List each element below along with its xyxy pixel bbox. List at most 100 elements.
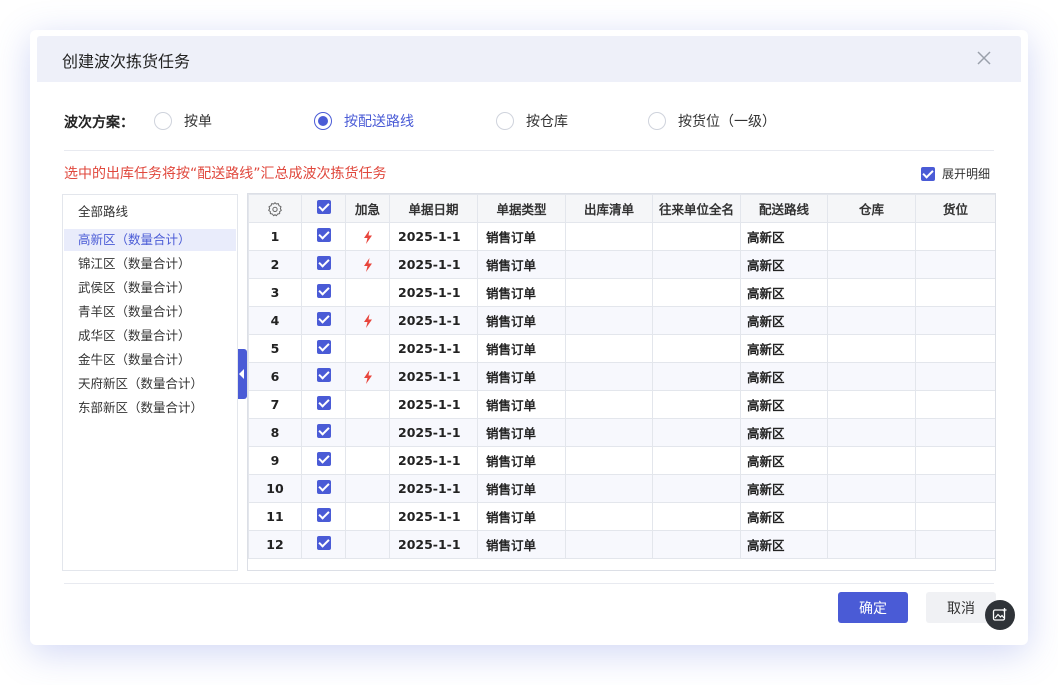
checkbox-checked-icon [316, 424, 331, 438]
sidebar-item-jinjiang[interactable]: 锦江区（数量合计） [64, 253, 236, 275]
row-checkbox[interactable] [301, 362, 346, 391]
outbound-list-cell [565, 446, 653, 475]
table-row[interactable]: 11 2025-1-1 销售订单 高新区 [248, 502, 995, 531]
col-header-location[interactable]: 货位 [915, 194, 995, 223]
urgent-cell [345, 474, 390, 503]
sidebar-item-gaoxin[interactable]: 高新区（数量合计） [64, 229, 236, 251]
row-number: 9 [248, 446, 302, 475]
col-header-route[interactable]: 配送路线 [740, 194, 828, 223]
partner-cell [652, 502, 741, 531]
row-checkbox[interactable] [301, 278, 346, 307]
date-cell: 2025-1-1 [389, 334, 478, 363]
radio-by-warehouse[interactable]: 按仓库 [496, 109, 568, 133]
radio-by-delivery-route[interactable]: 按配送路线 [314, 109, 414, 133]
route-cell: 高新区 [740, 390, 828, 419]
gear-icon[interactable] [267, 201, 283, 217]
checkbox-checked-icon [316, 312, 331, 326]
row-checkbox[interactable] [301, 250, 346, 279]
expand-detail-checkbox[interactable]: 展开明细 [921, 165, 990, 182]
close-icon[interactable] [975, 49, 993, 67]
col-header-type[interactable]: 单据类型 [477, 194, 566, 223]
column-settings[interactable] [248, 194, 302, 223]
checkbox-checked-icon [316, 368, 331, 382]
sidebar-item-qingyang[interactable]: 青羊区（数量合计） [64, 301, 236, 323]
date-cell: 2025-1-1 [389, 502, 478, 531]
sidebar-item-all-routes[interactable]: 全部路线 [64, 201, 236, 223]
location-cell [915, 502, 995, 531]
outbound-list-cell [565, 362, 653, 391]
type-cell: 销售订单 [477, 334, 566, 363]
create-wave-dialog: 创建波次拣货任务 波次方案： 按单 按配送路线 按仓库 按货位（一级） 选中的出… [37, 36, 1021, 632]
checkbox-checked-icon [316, 340, 331, 354]
table-row[interactable]: 8 2025-1-1 销售订单 高新区 [248, 418, 995, 447]
row-checkbox[interactable] [301, 390, 346, 419]
radio-circle [154, 112, 172, 130]
route-cell: 高新区 [740, 530, 828, 559]
date-cell: 2025-1-1 [389, 222, 478, 251]
table-row[interactable]: 7 2025-1-1 销售订单 高新区 [248, 390, 995, 419]
partner-cell [652, 278, 741, 307]
warehouse-cell [827, 418, 916, 447]
table-row[interactable]: 2 2025-1-1 销售订单 高新区 [248, 250, 995, 279]
partner-cell [652, 446, 741, 475]
radio-by-order[interactable]: 按单 [154, 109, 212, 133]
urgent-cell [345, 530, 390, 559]
radio-circle [496, 112, 514, 130]
location-cell [915, 278, 995, 307]
row-number: 4 [248, 306, 302, 335]
table-row[interactable]: 12 2025-1-1 销售订单 高新区 [248, 530, 995, 559]
table-row[interactable]: 5 2025-1-1 销售订单 高新区 [248, 334, 995, 363]
col-header-urgent[interactable]: 加急 [345, 194, 390, 223]
date-cell: 2025-1-1 [389, 418, 478, 447]
type-cell: 销售订单 [477, 446, 566, 475]
outbound-list-cell [565, 418, 653, 447]
location-cell [915, 250, 995, 279]
sidebar-item-tianfu[interactable]: 天府新区（数量合计） [64, 373, 236, 395]
col-header-warehouse[interactable]: 仓库 [827, 194, 916, 223]
type-cell: 销售订单 [477, 390, 566, 419]
image-add-icon [992, 608, 1007, 621]
divider [64, 150, 994, 151]
col-header-date[interactable]: 单据日期 [389, 194, 478, 223]
sidebar-item-wuhou[interactable]: 武侯区（数量合计） [64, 277, 236, 299]
location-cell [915, 530, 995, 559]
sidebar-collapse-handle[interactable] [238, 349, 247, 399]
row-checkbox[interactable] [301, 334, 346, 363]
table-row[interactable]: 9 2025-1-1 销售订单 高新区 [248, 446, 995, 475]
type-cell: 销售订单 [477, 278, 566, 307]
row-checkbox[interactable] [301, 502, 346, 531]
date-cell: 2025-1-1 [389, 306, 478, 335]
row-checkbox[interactable] [301, 446, 346, 475]
table-row[interactable]: 3 2025-1-1 销售订单 高新区 [248, 278, 995, 307]
table-row[interactable]: 10 2025-1-1 销售订单 高新区 [248, 474, 995, 503]
sidebar-item-jinniu[interactable]: 金牛区（数量合计） [64, 349, 236, 371]
table-header-row: 加急 单据日期 单据类型 出库清单 往来单位全名 配送路线 仓库 货位 [248, 194, 995, 223]
confirm-button[interactable]: 确定 [838, 592, 908, 623]
row-number: 2 [248, 250, 302, 279]
row-checkbox[interactable] [301, 222, 346, 251]
row-checkbox[interactable] [301, 474, 346, 503]
row-number: 3 [248, 278, 302, 307]
sidebar-item-chenghua[interactable]: 成华区（数量合计） [64, 325, 236, 347]
table-row[interactable]: 1 2025-1-1 销售订单 高新区 [248, 222, 995, 251]
route-cell: 高新区 [740, 502, 828, 531]
radio-by-location[interactable]: 按货位（一级） [648, 109, 776, 133]
sidebar-item-dongbu[interactable]: 东部新区（数量合计） [64, 397, 236, 419]
col-header-outbound-list[interactable]: 出库清单 [565, 194, 653, 223]
row-number: 7 [248, 390, 302, 419]
col-header-partner[interactable]: 往来单位全名 [652, 194, 741, 223]
type-cell: 销售订单 [477, 222, 566, 251]
row-checkbox[interactable] [301, 418, 346, 447]
type-cell: 销售订单 [477, 530, 566, 559]
checkbox-checked-icon [316, 536, 331, 550]
expand-detail-label: 展开明细 [942, 167, 991, 181]
type-cell: 销售订单 [477, 502, 566, 531]
row-checkbox[interactable] [301, 530, 346, 559]
floating-image-add-button[interactable] [985, 600, 1015, 630]
table-row[interactable]: 6 2025-1-1 销售订单 高新区 [248, 362, 995, 391]
select-all-checkbox[interactable] [301, 194, 346, 223]
row-number: 5 [248, 334, 302, 363]
row-checkbox[interactable] [301, 306, 346, 335]
partner-cell [652, 418, 741, 447]
table-row[interactable]: 4 2025-1-1 销售订单 高新区 [248, 306, 995, 335]
